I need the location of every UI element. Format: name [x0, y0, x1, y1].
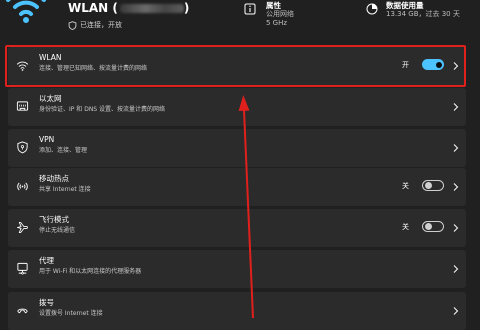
data-usage-icon[interactable]	[366, 3, 378, 15]
properties-title: 属性	[266, 1, 281, 10]
setting-row-vpn[interactable]: VPN 添加、连接、管理	[8, 129, 466, 167]
vpn-shield-icon	[17, 141, 28, 154]
setting-title-ethernet: 以太网	[39, 94, 62, 103]
network-name: WLAN ()	[68, 1, 190, 15]
chevron-right-icon	[453, 103, 459, 111]
setting-row-proxy[interactable]: 代理 用于 Wi-Fi 和以太网连接的代理服务器	[8, 250, 466, 288]
chevron-right-icon	[453, 307, 459, 315]
chevron-right-icon	[453, 265, 459, 273]
airplane-icon	[16, 221, 28, 234]
network-profile: 公用网络	[266, 10, 294, 18]
setting-title-dialup: 拨号	[39, 298, 54, 307]
chevron-right-icon	[453, 144, 459, 152]
setting-row-hotspot[interactable]: 移动热点 共享 Internet 连接 关	[8, 168, 466, 206]
shield-icon	[68, 20, 77, 30]
setting-row-ethernet[interactable]: 以太网 身份验证、IP 和 DNS 设置、按流量计费的网络	[8, 88, 466, 126]
hotspot-icon	[17, 182, 28, 191]
network-band: 5 GHz	[266, 19, 288, 27]
setting-title-hotspot: 移动热点	[39, 174, 69, 183]
hotspot-toggle[interactable]	[422, 180, 444, 191]
data-usage-link[interactable]: 数据使用量 13.34 GB，过去 30 天	[386, 1, 460, 19]
hotspot-toggle-label: 关	[402, 182, 409, 190]
toggle-knob	[425, 182, 432, 189]
network-name-text: WLAN (	[68, 1, 118, 15]
connection-status-text: 已连接，开放	[80, 21, 122, 29]
setting-title-airplane: 飞行模式	[39, 215, 69, 224]
setting-desc-proxy: 用于 Wi-Fi 和以太网连接的代理服务器	[39, 268, 142, 275]
setting-row-airplane[interactable]: 飞行模式 停止无线通信 关	[8, 209, 466, 247]
setting-desc-vpn: 添加、连接、管理	[39, 147, 88, 154]
setting-desc-dialup: 设置拨号 Internet 连接	[39, 310, 103, 317]
setting-title-vpn: VPN	[39, 135, 55, 144]
airplane-toggle[interactable]	[422, 221, 444, 232]
wifi-large-icon	[6, 0, 46, 23]
dialup-icon	[17, 308, 28, 314]
network-header: WLAN () 已连接，开放 属性 公用网络 5 GHz 数据使用量 13.34…	[0, 0, 480, 40]
setting-desc-ethernet: 身份验证、IP 和 DNS 设置、按流量计费的网络	[39, 106, 166, 113]
annotation-highlight-box	[5, 45, 466, 87]
airplane-toggle-label: 关	[402, 223, 409, 231]
properties-link[interactable]: 属性 公用网络 5 GHz	[266, 1, 294, 28]
setting-desc-hotspot: 共享 Internet 连接	[39, 186, 91, 193]
ethernet-icon	[16, 101, 29, 111]
data-usage-value: 13.34 GB，过去 30 天	[386, 10, 460, 18]
setting-row-dialup[interactable]: 拨号 设置拨号 Internet 连接	[8, 292, 466, 330]
properties-info-icon[interactable]	[244, 3, 256, 15]
toggle-knob	[425, 223, 432, 230]
proxy-icon	[17, 262, 28, 275]
chevron-right-icon	[453, 183, 459, 191]
data-usage-title: 数据使用量	[386, 1, 424, 10]
setting-title-proxy: 代理	[39, 256, 54, 265]
setting-desc-airplane: 停止无线通信	[39, 227, 76, 234]
connection-status: 已连接，开放	[68, 19, 122, 31]
chevron-right-icon	[453, 224, 459, 232]
redacted-ssid	[119, 4, 184, 13]
